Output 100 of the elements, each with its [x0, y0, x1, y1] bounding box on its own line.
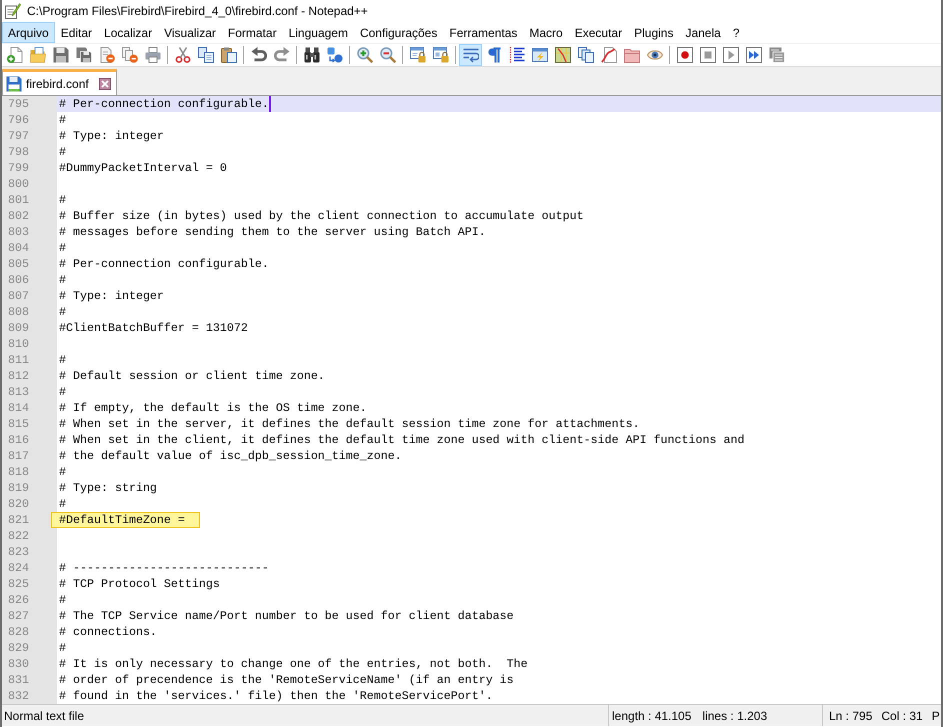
map-icon [554, 47, 570, 63]
status-text: Normal text file [4, 708, 84, 724]
line-number: 795 [2, 96, 57, 112]
code-line: # the default value of isc_dpb_session_time_zone. [59, 448, 402, 464]
code-line: #DummyPacketInterval = 0 [59, 160, 227, 176]
line-number: 802 [2, 208, 57, 224]
code-line: # Buffer size (in bytes) used by the client connection to accumulate output [59, 208, 584, 224]
menu-item[interactable]: Visualizar [158, 22, 222, 43]
line-number: 811 [2, 352, 57, 368]
zoom-in-icon [356, 47, 372, 63]
undo-icon [250, 47, 266, 63]
code-line: # ---------------------------- [59, 560, 269, 576]
code-line: # found in the 'services.' file) then the 'RemoteServicePort'. [59, 688, 493, 704]
close-icon[interactable] [98, 78, 111, 90]
line-number: 799 [2, 160, 57, 176]
menu-item[interactable]: Ferramentas [443, 22, 524, 43]
line-number: 826 [2, 592, 57, 608]
menu-item[interactable]: Configurações [354, 22, 444, 43]
line-number: 800 [2, 176, 57, 192]
close-all-icon [122, 47, 138, 63]
line-number: 810 [2, 336, 57, 352]
window-title: C:\Program Files\Firebird\Firebird_4_0\firebird.conf - Notepad++ [27, 3, 368, 20]
code-line: # [59, 464, 66, 480]
line-number: 823 [2, 544, 57, 560]
file-tab[interactable]: firebird.conf [2, 69, 117, 95]
line-number: 815 [2, 416, 57, 432]
status-text: Ln : 795 [829, 708, 872, 724]
line-number: 813 [2, 384, 57, 400]
save-icon [52, 47, 68, 63]
line-number: 829 [2, 640, 57, 656]
code-line: # TCP Protocol Settings [59, 576, 220, 592]
code-line: # Type: string [59, 480, 157, 496]
new-file-icon [6, 47, 22, 63]
line-number: 804 [2, 240, 57, 256]
code-line: # [59, 240, 66, 256]
code-line: # Per-connection configurable. [59, 256, 269, 272]
status-text: P [932, 708, 940, 724]
line-number: 832 [2, 688, 57, 704]
status-text: lines : 1.203 [702, 708, 768, 724]
menu-item[interactable]: Janela [679, 22, 727, 43]
menu-item[interactable]: Linguagem [282, 22, 354, 43]
code-line: # messages before sending them to the server using Batch API. [59, 224, 486, 240]
code-line: # [59, 352, 66, 368]
line-number: 806 [2, 272, 57, 288]
code-line: # [59, 592, 66, 608]
code-line: # If empty, the default is the OS time zone. [59, 400, 367, 416]
line-number: 796 [2, 112, 57, 128]
code-line: # [59, 272, 66, 288]
code-line: # Default session or client time zone. [59, 368, 325, 384]
menu-item[interactable]: Plugins [628, 22, 680, 43]
line-number: 827 [2, 608, 57, 624]
line-number: 797 [2, 128, 57, 144]
line-number: 801 [2, 192, 57, 208]
menu-item[interactable]: Editar [54, 22, 98, 43]
zoom-out-icon [380, 47, 396, 63]
page-curve-icon [600, 47, 616, 63]
code-line: # It is only necessary to change one of the entries, not both. The [59, 656, 528, 672]
line-number: 817 [2, 448, 57, 464]
text-cursor [268, 96, 271, 112]
menu-item[interactable]: ? [726, 22, 746, 43]
menu-item[interactable]: Macro [523, 22, 569, 43]
indent-guide-icon [508, 47, 524, 63]
find-replace-icon [326, 47, 342, 63]
line-number: 830 [2, 656, 57, 672]
menu-item[interactable]: Arquivo [2, 22, 55, 43]
window-lock-icon [432, 47, 448, 63]
menu-item[interactable]: Executar [568, 22, 628, 43]
pilcrow-icon [486, 47, 502, 63]
code-line: # When set in the client, it defines the default time zone used with client-side API functions and [59, 432, 744, 448]
fast-forward-icon [746, 47, 762, 63]
window-list-icon [768, 47, 784, 63]
line-number: 819 [2, 480, 57, 496]
code-line: # Type: integer [59, 128, 164, 144]
line-number: 798 [2, 144, 57, 160]
code-line: # [59, 496, 66, 512]
line-number: 812 [2, 368, 57, 384]
status-text: Col : 31 [881, 708, 923, 724]
cut-icon [174, 47, 190, 63]
code-line: # Type: integer [59, 288, 164, 304]
notepad-icon [5, 3, 21, 19]
line-number: 808 [2, 304, 57, 320]
stop-icon [700, 47, 716, 63]
binoculars-icon [304, 47, 320, 63]
menu-item[interactable]: Localizar [98, 22, 158, 43]
code-line: # [59, 304, 66, 320]
code-line: # The TCP Service name/Port number to be used for client database [59, 608, 514, 624]
menu-item[interactable]: Formatar [222, 22, 283, 43]
redo-icon [274, 47, 290, 63]
code-line: # [59, 144, 66, 160]
code-line: #ClientBatchBuffer = 131072 [59, 320, 248, 336]
line-number: 825 [2, 576, 57, 592]
line-number: 816 [2, 432, 57, 448]
line-number: 828 [2, 624, 57, 640]
window-lock-icon [410, 47, 426, 63]
code-line: # connections. [59, 624, 157, 640]
line-number: 818 [2, 464, 57, 480]
line-number: 831 [2, 672, 57, 688]
status-text: length : 41.105 [612, 708, 692, 724]
line-number: 809 [2, 320, 57, 336]
code-line: # [59, 192, 66, 208]
